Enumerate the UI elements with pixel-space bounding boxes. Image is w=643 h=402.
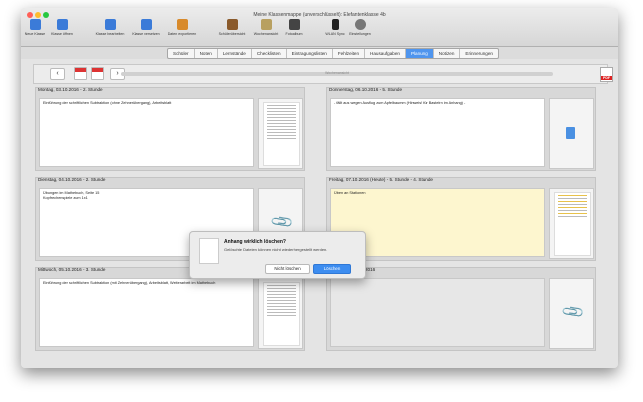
class-move-icon: [140, 19, 152, 30]
tab-checklisten[interactable]: Checklisten: [252, 49, 287, 58]
day-panel-wednesday: Mittwoch, 05.10.2016 - 3. Stunde Einführ…: [35, 267, 305, 351]
day-panel-friday: Freitag, 07.10.2016 (Heute) - 5. Stunde …: [326, 177, 596, 261]
pdf-export-icon[interactable]: PDF: [600, 67, 613, 82]
day-header: Freitag, 07.10.2016 (Heute) - 5. Stunde …: [329, 177, 433, 182]
document-thumbnail: [199, 238, 219, 264]
tab-noten[interactable]: Noten: [195, 49, 218, 58]
main-window: Meine Klassenmappe (unverschlüsselt): El…: [21, 8, 618, 368]
paperclip-icon: 📎: [561, 299, 587, 325]
toolbar-open-class[interactable]: Klasse öffnen: [49, 19, 75, 45]
tab-planung[interactable]: Planung: [405, 49, 434, 58]
camera-icon: [288, 19, 300, 30]
attachment-slot[interactable]: [549, 98, 594, 169]
class-add-icon: [29, 19, 41, 30]
attachment-slot[interactable]: [549, 188, 594, 259]
toolbar-move-class[interactable]: Klasse versetzen: [129, 19, 163, 45]
day-panel-extra: 2016 📎: [326, 267, 596, 351]
day-panel-monday: Montag, 03.10.2016 - 2. Stunde Einführun…: [35, 87, 305, 171]
calendar-icon[interactable]: [74, 67, 87, 80]
progress-bar: Wochenansicht: [121, 71, 553, 76]
toolbar-edit-class[interactable]: Klasse bearbeiten: [93, 19, 127, 45]
delete-button[interactable]: Löschen: [313, 264, 351, 274]
tab-notizen[interactable]: Notizen: [434, 49, 461, 58]
toolbar-week-view[interactable]: Wochenansicht: [251, 19, 281, 45]
toolbar-photo-album[interactable]: Fotoalbum: [282, 19, 306, 45]
day-header: Dienstag, 04.10.2016 - 2. Stunde: [38, 177, 106, 182]
toolbar-wlan-sync[interactable]: WLAN Sync: [323, 19, 347, 45]
worksheet-thumbnail[interactable]: [263, 282, 300, 346]
tab-schueler[interactable]: Schüler: [168, 49, 195, 58]
attachment-slot[interactable]: [258, 278, 303, 349]
attachment-slot[interactable]: 📎: [549, 278, 594, 349]
tab-hausaufgaben[interactable]: Hausaufgaben: [365, 49, 406, 58]
tab-eintragungslisten[interactable]: Eintragungslisten: [287, 49, 333, 58]
delete-attachment-dialog: Anhang wirklich löschen? Gelöschte Datei…: [189, 231, 366, 279]
lesson-note[interactable]: [330, 278, 545, 347]
class-edit-icon: [104, 19, 116, 30]
export-icon: [176, 19, 188, 30]
dialog-title: Anhang wirklich löschen?: [224, 239, 286, 245]
tab-fehlzeiten[interactable]: Fehlzeiten: [333, 49, 366, 58]
phone-icon: [331, 19, 339, 30]
title-bar: Meine Klassenmappe (unverschlüsselt): El…: [21, 8, 618, 47]
worksheet-thumbnail[interactable]: [263, 102, 300, 166]
tab-lernstaende[interactable]: Lernstände: [218, 49, 252, 58]
lesson-note[interactable]: - fällt aus wegen Ausflug zum Apfelbaumm…: [330, 98, 545, 167]
toolbar-students[interactable]: Schülerübersicht: [214, 19, 250, 45]
day-header: 2016: [365, 267, 376, 272]
dialog-message: Gelöschte Dateien können nicht wiederher…: [224, 247, 328, 252]
lesson-note[interactable]: Einführung der schriftlichen Subtraktion…: [39, 278, 254, 347]
day-header: Donnerstag, 06.10.2016 - 5. Stunde: [329, 87, 403, 92]
day-header: Montag, 03.10.2016 - 2. Stunde: [38, 87, 103, 92]
tab-erinnerungen[interactable]: Erinnerungen: [460, 49, 498, 58]
planning-view: ‹ › Wochenansicht PDF Montag, 03.10.2016…: [21, 59, 618, 368]
week-view-icon: [260, 19, 272, 30]
attachment-slot[interactable]: [258, 98, 303, 169]
lesson-note[interactable]: Einführung der schriftlichen Subtraktion…: [39, 98, 254, 167]
prev-week-button[interactable]: ‹: [50, 68, 65, 80]
toolbar-new-class[interactable]: Neue Klasse: [23, 19, 47, 45]
students-icon: [226, 19, 238, 30]
gear-icon: [354, 19, 366, 30]
week-calendar-icon[interactable]: [91, 67, 104, 80]
file-icon[interactable]: [566, 127, 575, 139]
window-title: Meine Klassenmappe (unverschlüsselt): El…: [253, 12, 386, 18]
week-nav-bar: ‹ › Wochenansicht PDF: [33, 64, 613, 84]
cancel-button[interactable]: Nicht löschen: [265, 264, 310, 274]
toolbar-settings[interactable]: Einstellungen: [346, 19, 374, 45]
day-header: Mittwoch, 05.10.2016 - 3. Stunde: [38, 267, 106, 272]
tab-bar: Schüler Noten Lernstände Checklisten Ein…: [167, 48, 499, 59]
toolbar-export[interactable]: Daten exportieren: [165, 19, 199, 45]
status-text: Wochenansicht: [325, 71, 349, 75]
stations-thumbnail[interactable]: [554, 192, 591, 256]
day-panel-thursday: Donnerstag, 06.10.2016 - 5. Stunde - fäl…: [326, 87, 596, 171]
class-open-icon: [56, 19, 68, 30]
